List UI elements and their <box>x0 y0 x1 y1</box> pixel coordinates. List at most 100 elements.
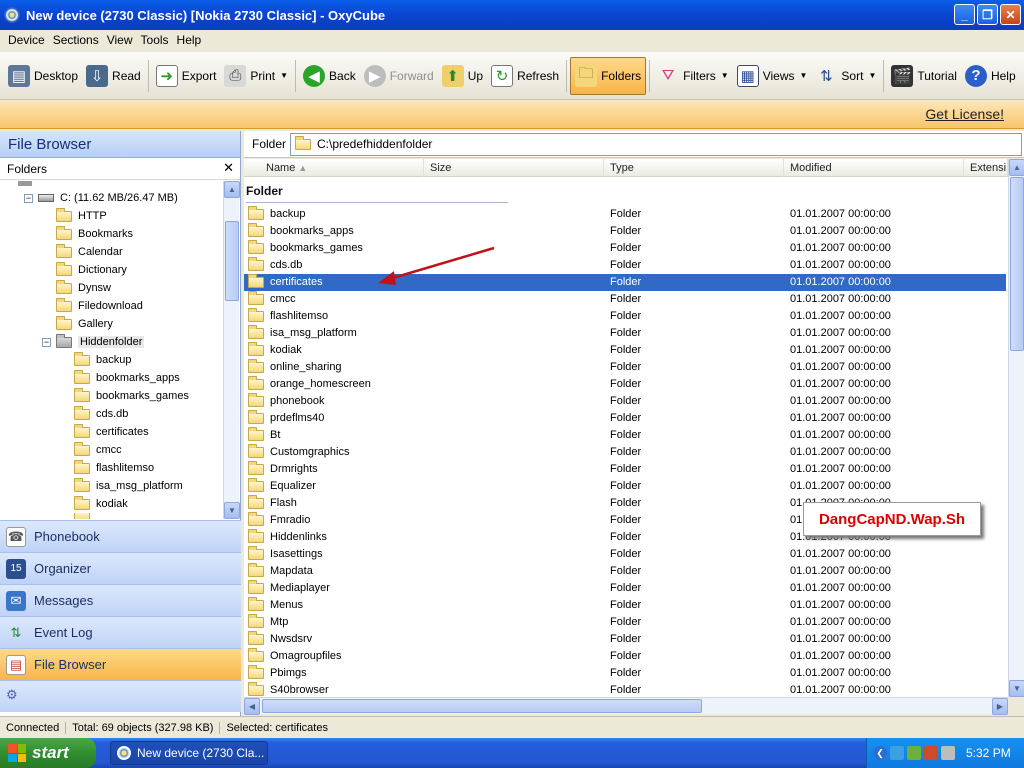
tree-item[interactable]: isa_msg_platform <box>74 477 183 495</box>
close-panel-icon[interactable]: ✕ <box>223 160 234 176</box>
minimize-button[interactable]: _ <box>954 4 975 25</box>
back-button[interactable]: ◀ Back <box>299 57 360 95</box>
chevron-down-icon[interactable]: ▼ <box>800 71 808 80</box>
tray-app-icon[interactable] <box>907 746 921 760</box>
scroll-down-icon[interactable]: ▼ <box>1009 680 1024 697</box>
file-row[interactable]: Bt Folder 01.01.2007 00:00:00 <box>244 427 1006 444</box>
scroll-down-icon[interactable]: ▼ <box>224 502 240 519</box>
desktop-button[interactable]: ▤ Desktop <box>4 57 82 95</box>
configure-icon[interactable]: ⚙ <box>6 687 18 702</box>
file-row[interactable]: Omagroupfiles Folder 01.01.2007 00:00:00 <box>244 648 1006 665</box>
column-name[interactable]: Name ▲ <box>244 159 424 177</box>
tree-item[interactable]: certificates <box>74 423 149 441</box>
tutorial-button[interactable]: 🎬 Tutorial <box>887 57 961 95</box>
file-row[interactable]: bookmarks_apps Folder 01.01.2007 00:00:00 <box>244 223 1006 240</box>
scroll-right-icon[interactable]: ▶ <box>992 698 1008 715</box>
sort-button[interactable]: ⇅ Sort ▼ <box>811 57 880 95</box>
file-row[interactable]: S40browser Folder 01.01.2007 00:00:00 <box>244 682 1006 698</box>
file-row[interactable]: backup Folder 01.01.2007 00:00:00 <box>244 206 1006 223</box>
chevron-down-icon[interactable]: ▼ <box>868 71 876 80</box>
file-row[interactable]: flashlitemso Folder 01.01.2007 00:00:00 <box>244 308 1006 325</box>
tree-item[interactable] <box>74 513 96 519</box>
scroll-up-icon[interactable]: ▲ <box>1009 159 1024 176</box>
tree-item[interactable]: − Hiddenfolder <box>42 333 145 351</box>
folders-button[interactable]: 🗀 Folders <box>570 56 647 95</box>
tree-item[interactable]: bookmarks_apps <box>74 369 180 387</box>
file-row[interactable]: Pbimgs Folder 01.01.2007 00:00:00 <box>244 665 1006 682</box>
tree-item[interactable]: backup <box>74 351 131 369</box>
up-button[interactable]: ⬆ Up <box>438 57 487 95</box>
security-icon[interactable] <box>924 746 938 760</box>
file-row[interactable]: prdeflms40 Folder 01.01.2007 00:00:00 <box>244 410 1006 427</box>
tray-expand-icon[interactable]: ❮ <box>873 746 887 760</box>
nav-organizer[interactable]: 15 Organizer <box>0 552 241 584</box>
file-row[interactable]: Menus Folder 01.01.2007 00:00:00 <box>244 597 1006 614</box>
menu-tools[interactable]: Tools <box>137 33 173 47</box>
forward-button[interactable]: ▶ Forward <box>360 57 438 95</box>
tree-item[interactable]: flashlitemso <box>74 459 154 477</box>
nav-phonebook[interactable]: ☎ Phonebook <box>0 520 241 552</box>
file-row[interactable]: Nwsdsrv Folder 01.01.2007 00:00:00 <box>244 631 1006 648</box>
scroll-left-icon[interactable]: ◀ <box>244 698 260 715</box>
file-row[interactable]: online_sharing Folder 01.01.2007 00:00:00 <box>244 359 1006 376</box>
tree-item[interactable]: Dynsw <box>56 279 111 297</box>
file-row[interactable]: kodiak Folder 01.01.2007 00:00:00 <box>244 342 1006 359</box>
list-scrollbar[interactable]: ▲ ▼ <box>1008 159 1024 697</box>
column-type[interactable]: Type <box>604 159 784 177</box>
tree-item[interactable]: Calendar <box>56 243 123 261</box>
start-button[interactable]: start <box>0 738 96 768</box>
tree-item[interactable]: HTTP <box>56 207 107 225</box>
file-row[interactable]: isa_msg_platform Folder 01.01.2007 00:00:0… <box>244 325 1006 342</box>
taskbar-window-button[interactable]: New device (2730 Cla... <box>110 741 268 765</box>
file-row[interactable]: Mapdata Folder 01.01.2007 00:00:00 <box>244 563 1006 580</box>
column-extension[interactable]: Extensi <box>964 159 1008 177</box>
tree-item[interactable]: bookmarks_games <box>74 387 189 405</box>
tree-item[interactable]: Filedownload <box>56 297 143 315</box>
scroll-up-icon[interactable]: ▲ <box>224 181 240 198</box>
get-license-link[interactable]: Get License! <box>925 106 1004 122</box>
read-button[interactable]: ⇩ Read <box>82 57 145 95</box>
help-button[interactable]: ? Help <box>961 57 1020 95</box>
column-size[interactable]: Size <box>424 159 604 177</box>
maximize-button[interactable]: ❐ <box>977 4 998 25</box>
tree-item[interactable]: Dictionary <box>56 261 127 279</box>
scroll-thumb[interactable] <box>225 221 239 301</box>
file-row[interactable]: cmcc Folder 01.01.2007 00:00:00 <box>244 291 1006 308</box>
file-row[interactable]: phonebook Folder 01.01.2007 00:00:00 <box>244 393 1006 410</box>
nav-event-log[interactable]: ⇅ Event Log <box>0 616 241 648</box>
nav-options[interactable]: ⚙ <box>0 680 241 712</box>
column-modified[interactable]: Modified <box>784 159 964 177</box>
nav-messages[interactable]: ✉ Messages <box>0 584 241 616</box>
file-row[interactable]: Equalizer Folder 01.01.2007 00:00:00 <box>244 478 1006 495</box>
file-row[interactable]: Isasettings Folder 01.01.2007 00:00:00 <box>244 546 1006 563</box>
path-field[interactable]: C:\predefhiddenfolder <box>290 132 1022 156</box>
file-row[interactable]: orange_homescreen Folder 01.01.2007 00:00:… <box>244 376 1006 393</box>
export-button[interactable]: ➜ Export <box>152 57 221 95</box>
tree-item[interactable]: cds.db <box>74 405 128 423</box>
scroll-thumb[interactable] <box>1010 177 1024 351</box>
menu-device[interactable]: Device <box>4 33 49 47</box>
volume-icon[interactable] <box>941 746 955 760</box>
network-icon[interactable] <box>890 746 904 760</box>
tree-scrollbar[interactable]: ▲ ▼ <box>223 181 240 519</box>
tree-item[interactable]: Gallery <box>56 315 113 333</box>
collapse-icon[interactable]: − <box>42 337 51 347</box>
close-button[interactable]: ✕ <box>1000 4 1021 25</box>
file-row[interactable]: Mediaplayer Folder 01.01.2007 00:00:00 <box>244 580 1006 597</box>
tree-item[interactable]: − C: (11.62 MB/26.47 MB) <box>24 189 178 207</box>
print-button[interactable]: ⎙ Print ▼ <box>220 57 292 95</box>
menu-view[interactable]: View <box>103 33 137 47</box>
tree-item[interactable]: kodiak <box>74 495 128 513</box>
tree-item[interactable]: Bookmarks <box>56 225 133 243</box>
horizontal-scrollbar[interactable]: ◀ ▶ <box>244 697 1008 715</box>
filters-button[interactable]: ⛛ Filters ▼ <box>653 57 733 95</box>
file-row[interactable]: Drmrights Folder 01.01.2007 00:00:00 <box>244 461 1006 478</box>
menu-sections[interactable]: Sections <box>49 33 103 47</box>
file-row[interactable]: certificates Folder 01.01.2007 00:00:00 <box>244 274 1006 291</box>
file-row[interactable]: cds.db Folder 01.01.2007 00:00:00 <box>244 257 1006 274</box>
views-button[interactable]: ▦ Views ▼ <box>733 57 812 95</box>
menu-help[interactable]: Help <box>173 33 206 47</box>
file-row[interactable]: bookmarks_games Folder 01.01.2007 00:00:00 <box>244 240 1006 257</box>
chevron-down-icon[interactable]: ▼ <box>280 71 288 80</box>
refresh-button[interactable]: ↻ Refresh <box>487 57 563 95</box>
